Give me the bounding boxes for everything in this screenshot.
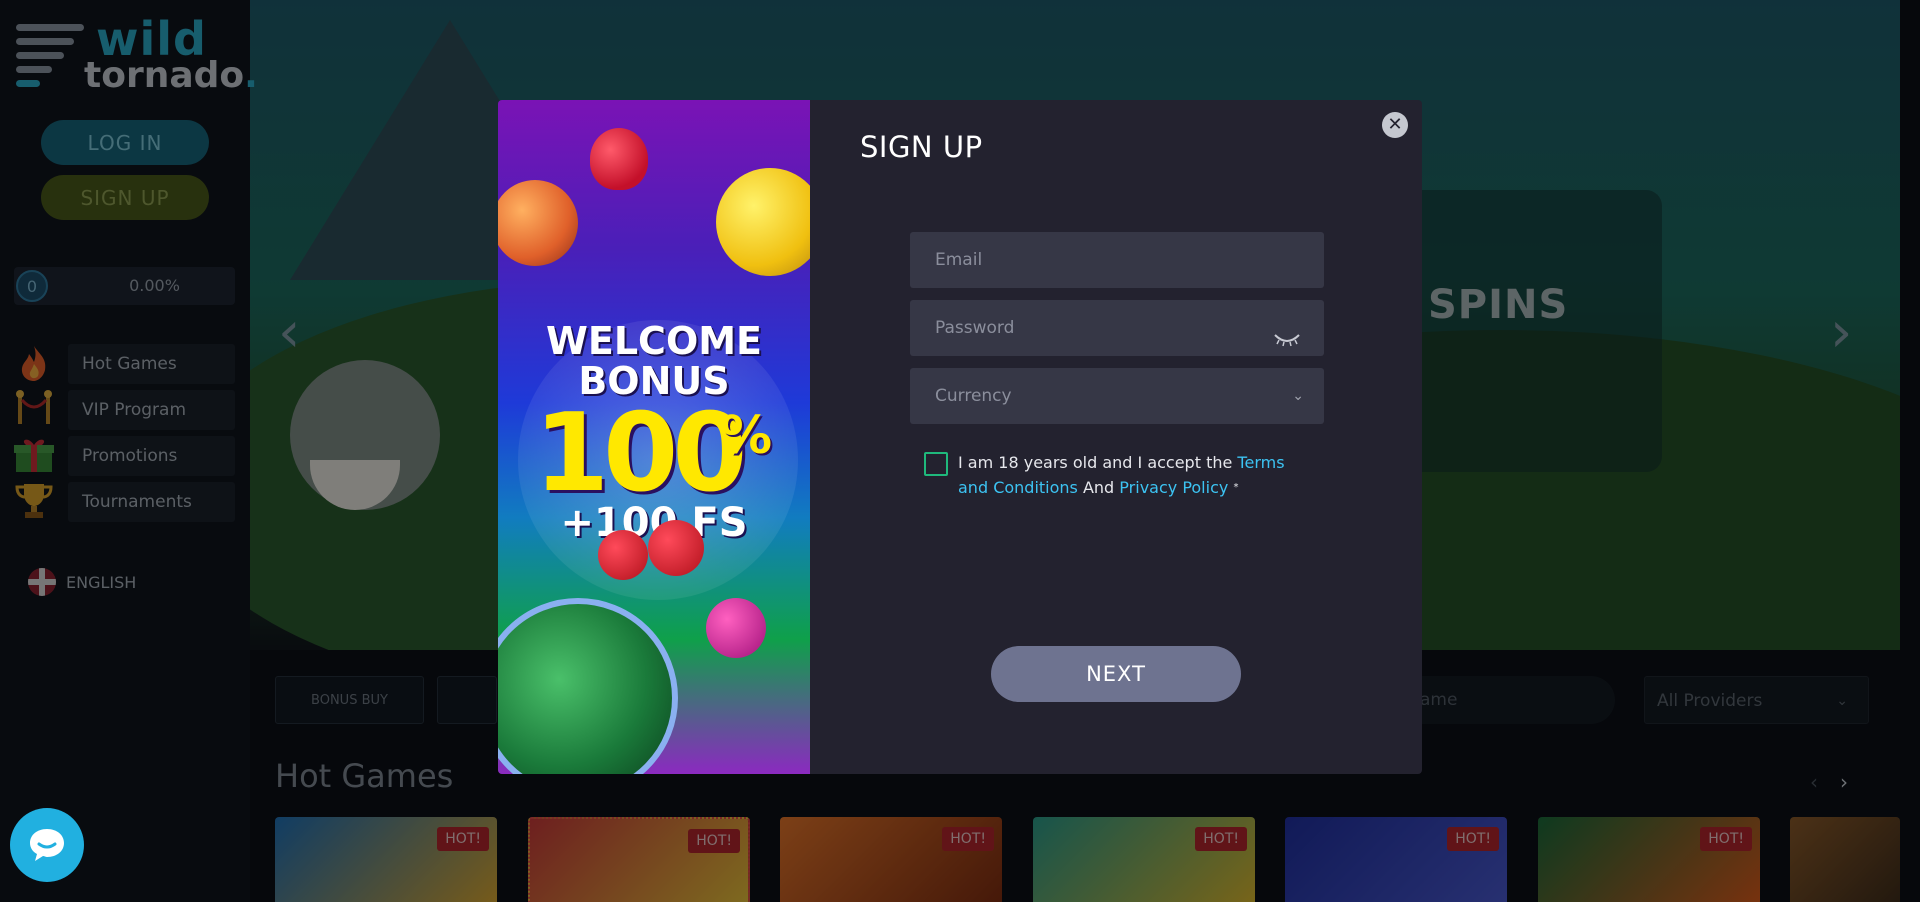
page: SPINS ‹ › BONUS BUY ame All Providers ⌄ … [0,0,1920,902]
currency-select[interactable]: Currency ⌄ [910,368,1324,424]
email-input[interactable] [935,250,1275,270]
chat-bubble-icon [30,829,64,861]
currency-placeholder: Currency [935,386,1012,406]
signup-title: SIGN UP [860,130,983,164]
bonus-percent-sign: % [720,406,773,466]
eye-closed-icon[interactable] [1272,316,1302,372]
chevron-down-icon: ⌄ [1292,388,1304,404]
lemon-fruit-icon [716,168,810,276]
strawberry-icon [590,128,648,190]
required-marker: * [1233,482,1239,493]
cherry-icon [598,530,648,580]
bonus-amount: 100 [534,391,747,516]
orange-fruit-icon [498,180,578,266]
terms-text: I am 18 years old and I accept the Terms… [958,453,1285,497]
privacy-policy-link[interactable]: Privacy Policy [1119,478,1228,497]
cherry-icon [648,520,704,576]
email-field[interactable] [910,232,1324,288]
welcome-bonus-banner: WELCOME BONUS 100 % +100 FS [498,100,810,774]
next-button[interactable]: NEXT [991,646,1241,702]
password-input[interactable] [935,318,1275,338]
plum-icon [706,598,766,658]
close-icon[interactable]: ✕ [1382,112,1408,138]
live-chat-button[interactable] [10,808,84,882]
signup-modal: WELCOME BONUS 100 % +100 FS SIGN UP ✕ Cu… [498,100,1422,774]
age-terms-checkbox[interactable] [924,452,948,476]
password-field[interactable] [910,300,1324,356]
welcome-text: WELCOME [545,319,763,363]
watermelon-icon [498,598,678,774]
